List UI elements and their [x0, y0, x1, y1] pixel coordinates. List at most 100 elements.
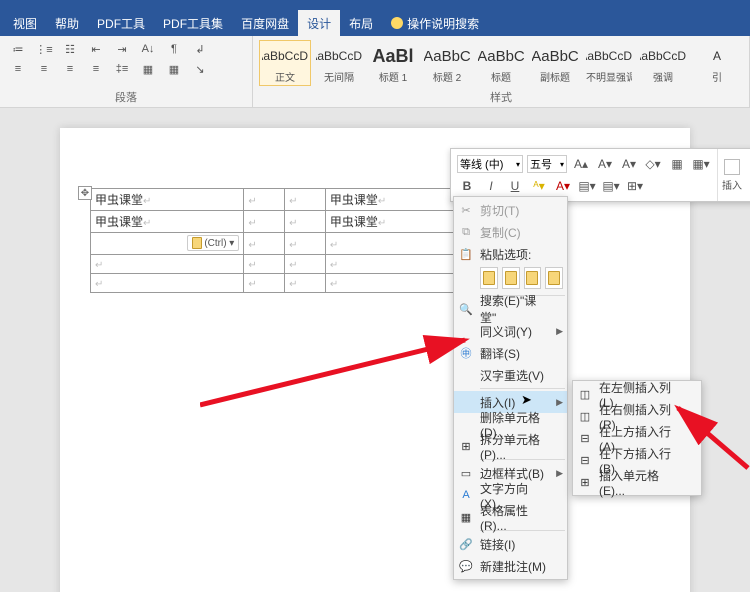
group-styles: AaBbCcDd正文AaBbCcDd无间隔AaBl标题 1AaBbC标题 2Aa… [253, 36, 750, 107]
line-spacing-button[interactable]: ‡≡ [110, 60, 134, 78]
ctx-search[interactable]: 🔍搜索(E)"课堂" [454, 298, 567, 320]
paste-keep-source[interactable] [480, 267, 498, 289]
align-right-button[interactable]: ≡ [58, 60, 82, 78]
indent-inc-button[interactable]: ⇥ [110, 40, 134, 58]
font-color-button[interactable]: A▾ [553, 177, 573, 195]
table-cell[interactable]: ↵ [244, 274, 285, 293]
table-cell[interactable]: ↵ [91, 274, 244, 293]
ctx-cut[interactable]: ✂剪切(T) [454, 199, 567, 221]
table-cell[interactable]: ↵ [244, 211, 285, 233]
sub-insert-cells[interactable]: ⊞插入单元格(E)... [573, 471, 701, 493]
col-right-icon: ◫ [577, 408, 593, 424]
para-dialog-button[interactable]: ↘ [188, 60, 212, 78]
ctx-synonym[interactable]: 同义词(Y)▶ [454, 320, 567, 342]
style-item-4[interactable]: AaBbC标题 [475, 40, 527, 86]
ltr-button[interactable]: ¶ [162, 40, 186, 58]
styles-gallery[interactable]: AaBbCcDd正文AaBbCcDd无间隔AaBl标题 1AaBbC标题 2Aa… [259, 40, 743, 86]
style-item-5[interactable]: AaBbC副标题 [529, 40, 581, 86]
ctx-paste-label: 📋粘贴选项: [454, 243, 567, 265]
paste-picture[interactable] [524, 267, 542, 289]
style-item-1[interactable]: AaBbCcDd无间隔 [313, 40, 365, 86]
table-cell[interactable]: ↵ [285, 211, 326, 233]
table-menu-button[interactable]: ▦▾ [691, 155, 711, 173]
ctx-copy[interactable]: ⧉复制(C) [454, 221, 567, 243]
bulb-icon [391, 17, 403, 29]
group-label-styles: 样式 [259, 87, 743, 105]
style-item-0[interactable]: AaBbCcDd正文 [259, 40, 311, 86]
ribbon-tabs: 视图 帮助 PDF工具 PDF工具集 百度网盘 设计 布局 操作说明搜索 [0, 10, 750, 36]
ctx-split-cells[interactable]: ⊞拆分单元格(P)... [454, 435, 567, 457]
ctx-link[interactable]: 🔗链接(I) [454, 533, 567, 555]
align-center-button[interactable]: ≡ [32, 60, 56, 78]
tab-baidu-netdisk[interactable]: 百度网盘 [232, 10, 298, 36]
style-item-3[interactable]: AaBbC标题 2 [421, 40, 473, 86]
italic-button[interactable]: I [481, 177, 501, 195]
indent-dec-button[interactable]: ⇤ [84, 40, 108, 58]
table-cell[interactable]: ↵ [285, 255, 326, 274]
comment-icon: 💬 [458, 558, 474, 574]
group-label-paragraph: 段落 [6, 87, 246, 105]
highlight-button[interactable]: ᴬ▾ [529, 177, 549, 195]
row-below-icon: ⊟ [577, 452, 593, 468]
bullets-button[interactable]: ≔ [6, 40, 30, 58]
grow-font-button[interactable]: A▴ [571, 155, 591, 173]
translate-icon: ㊥ [458, 345, 474, 361]
tab-pdf-toolset[interactable]: PDF工具集 [154, 10, 232, 36]
table-cell[interactable]: ↵ [285, 274, 326, 293]
tab-view[interactable]: 视图 [4, 10, 46, 36]
table-cell[interactable]: ↵ [244, 189, 285, 211]
sort-button[interactable]: A↓ [136, 40, 160, 58]
tell-me[interactable]: 操作说明搜索 [382, 10, 488, 36]
tab-layout[interactable]: 布局 [340, 10, 382, 36]
ctx-new-comment[interactable]: 💬新建批注(M) [454, 555, 567, 577]
table-cell[interactable]: 甲虫课堂↵ [91, 211, 244, 233]
merge-button[interactable]: ▤▾ [601, 177, 621, 195]
format-painter-button[interactable]: A▾ [619, 155, 639, 173]
table-cell[interactable]: ↵ [285, 233, 326, 255]
paste-merge[interactable] [502, 267, 520, 289]
ctx-reconvert[interactable]: 汉字重选(V) [454, 364, 567, 386]
insert-submenu: ◫在左侧插入列(L) ◫在右侧插入列(R) ⊟在上方插入行(A) ⊟在下方插入行… [572, 380, 702, 496]
table-cell[interactable]: (Ctrl) ▾ [91, 233, 244, 255]
mini-toolbar: 等线 (中)▾ 五号▾ A▴ A▾ A▾ ◇▾ ▦ ▦▾ B I U ᴬ▾ A▾… [450, 148, 750, 202]
show-marks-button[interactable]: ↲ [188, 40, 212, 58]
table-cell[interactable]: ↵ [244, 255, 285, 274]
col-left-icon: ◫ [577, 386, 593, 402]
insert-button[interactable]: 插入 [718, 149, 746, 201]
tab-design[interactable]: 设计 [298, 10, 340, 36]
borders-mini-button[interactable]: ⊞▾ [625, 177, 645, 195]
align-justify-button[interactable]: ≡ [84, 60, 108, 78]
table-cell[interactable]: 甲虫课堂↵ [91, 189, 244, 211]
paste-options-pill[interactable]: (Ctrl) ▾ [187, 235, 239, 251]
split-icon: ⊞ [458, 438, 474, 454]
shrink-font-button[interactable]: A▾ [595, 155, 615, 173]
tab-help[interactable]: 帮助 [46, 10, 88, 36]
table-cell[interactable]: ↵ [244, 233, 285, 255]
style-item-7[interactable]: AaBbCcDd强调 [637, 40, 689, 86]
styles-button[interactable]: ◇▾ [643, 155, 663, 173]
numbering-button[interactable]: ⋮≡ [32, 40, 56, 58]
align-left-button[interactable]: ≡ [6, 60, 30, 78]
shading-button[interactable]: ▦ [136, 60, 160, 78]
font-size-select[interactable]: 五号▾ [527, 155, 567, 173]
style-item-2[interactable]: AaBl标题 1 [367, 40, 419, 86]
delete-button[interactable]: ✖删除 [746, 149, 750, 201]
ctx-translate[interactable]: ㊥翻译(S) [454, 342, 567, 364]
style-item-8[interactable]: A引 [691, 40, 743, 86]
table-cell[interactable]: ↵ [91, 255, 244, 274]
table-cell[interactable]: ↵ [285, 189, 326, 211]
style-item-6[interactable]: AaBbCcDd不明显强调 [583, 40, 635, 86]
copy-icon: ⧉ [458, 224, 474, 240]
borders-button[interactable]: ▦ [162, 60, 186, 78]
table-button[interactable]: ▦ [667, 155, 687, 173]
font-name-select[interactable]: 等线 (中)▾ [457, 155, 523, 173]
align-button[interactable]: ▤▾ [577, 177, 597, 195]
row-above-icon: ⊟ [577, 430, 593, 446]
bold-button[interactable]: B [457, 177, 477, 195]
multilevel-button[interactable]: ☷ [58, 40, 82, 58]
ctx-table-props[interactable]: ▦表格属性(R)... [454, 506, 567, 528]
group-paragraph: ≔ ⋮≡ ☷ ⇤ ⇥ A↓ ¶ ↲ ≡ ≡ ≡ ≡ ‡≡ ▦ ▦ ↘ 段落 [0, 36, 253, 107]
paste-text[interactable] [545, 267, 563, 289]
tab-pdf-tools[interactable]: PDF工具 [88, 10, 154, 36]
underline-button[interactable]: U [505, 177, 525, 195]
